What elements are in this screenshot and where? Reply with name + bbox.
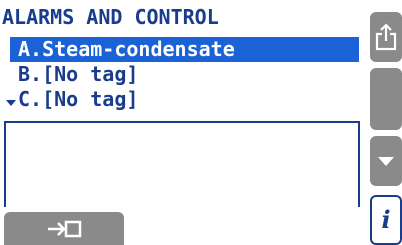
- list-item-a[interactable]: A.Steam-condensate: [10, 37, 359, 62]
- info-button[interactable]: i: [370, 195, 402, 245]
- export-button[interactable]: [370, 12, 402, 62]
- export-icon: [375, 23, 397, 51]
- scroll-down-button[interactable]: [370, 136, 402, 186]
- list-item-c[interactable]: C.[No tag]: [10, 87, 359, 112]
- blank-side-button[interactable]: [370, 68, 402, 130]
- list-item-b[interactable]: B.[No tag]: [10, 62, 359, 87]
- enter-icon: [48, 220, 82, 237]
- page-title: ALARMS AND CONTROL: [2, 5, 219, 29]
- info-icon: i: [381, 205, 391, 234]
- enter-button[interactable]: [4, 212, 124, 245]
- details-panel: [4, 121, 360, 207]
- down-arrow-icon: [378, 157, 394, 166]
